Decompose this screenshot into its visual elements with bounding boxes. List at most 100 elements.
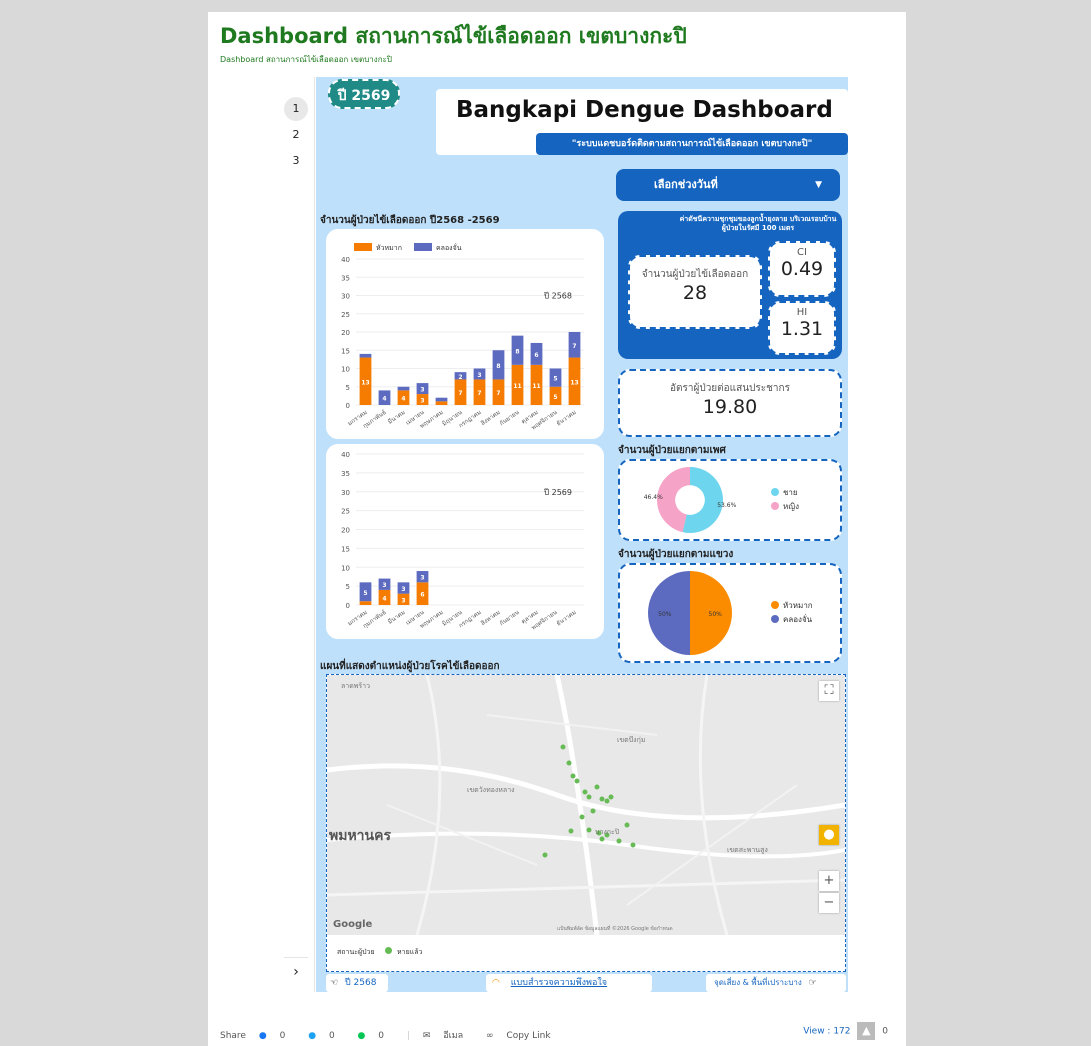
y-tick-label: 30 [341, 489, 350, 497]
data-label: 7 [496, 390, 500, 397]
cases-chart-heading: จำนวนผู้ป่วยไข้เลือดออก ปี2568 -2569 [320, 215, 500, 226]
zoom-in-button[interactable]: + [819, 871, 839, 891]
page-navigator: 1 2 3 › [278, 77, 315, 992]
map-label: เขตวังทองหลาง [467, 786, 515, 794]
data-label: 5 [363, 590, 367, 597]
email-share[interactable]: ✉ อีเมล [423, 1031, 473, 1041]
hand-pointer-icon: ☜ [330, 978, 339, 988]
survey-link[interactable]: ◠ แบบสำรวจความพึงพอใจ [486, 974, 652, 992]
data-label: 6 [534, 352, 538, 359]
map-label: เขตบึงกุ่ม [617, 736, 646, 744]
date-range-label: เลือกช่วงวันที่ [654, 178, 718, 191]
page-3-button[interactable]: 3 [284, 149, 308, 173]
view-count: View : 172 [803, 1026, 851, 1037]
case-map[interactable]: ลาดพร้าว เขตบึงกุ่ม บางกะปิ พมหานคร เขตว… [327, 675, 845, 935]
map-roads [327, 675, 845, 935]
x-tick-label: สิงหาคม [479, 409, 501, 428]
data-label: 4 [401, 396, 405, 403]
hi-card: HI 1.31 [768, 301, 836, 355]
date-range-dropdown[interactable]: เลือกช่วงวันที่ ▼ [616, 169, 840, 201]
chart-2568: หัวหมาก คลองจั่น0510152025303540ปี 256813… [341, 243, 584, 432]
page-subtitle: Dashboard สถานการณ์ไข้เลือดออก เขตบางกะป… [220, 55, 392, 64]
legend-swatch [354, 243, 372, 251]
bar [359, 601, 372, 605]
prev-year-button[interactable]: ☜ ปี 2568 [326, 974, 388, 992]
link-icon: ∞ [486, 1031, 494, 1041]
cases-value: 28 [682, 282, 708, 304]
slice-label: 50% [658, 611, 672, 618]
map-legend: สถานะผู้ป่วย หายแล้ว [337, 947, 422, 958]
data-label: 7 [477, 390, 481, 397]
y-tick-label: 20 [341, 329, 350, 337]
data-label: 11 [532, 383, 540, 390]
ci-card: CI 0.49 [768, 241, 836, 297]
kpi-panel: ค่าดัชนีความชุกชุมของลูกน้ำยุงลาย บริเวณ… [618, 211, 842, 359]
map-attribution[interactable]: แป้นพิมพ์ลัด ข้อมูลแผนที่ ©2026 Google ข… [557, 925, 673, 933]
y-tick-label: 10 [341, 366, 350, 374]
like-icon[interactable]: ▲ [857, 1022, 876, 1040]
prev-year-label: ปี 2568 [344, 978, 377, 988]
dashboard-title: Bangkapi Dengue Dashboard [456, 97, 833, 123]
hand-pointer-right-icon: ☞ [808, 978, 817, 988]
copy-link-button[interactable]: ∞ Copy Link [486, 1031, 561, 1041]
zoom-out-button[interactable]: − [819, 893, 839, 913]
facebook-share[interactable]: ● 0 [259, 1031, 295, 1041]
data-label: 2 [458, 374, 462, 381]
data-label: 4 [382, 396, 386, 403]
data-label: 3 [401, 586, 405, 593]
data-label: 3 [420, 575, 424, 582]
x-tick-label: มีนาคม [386, 608, 407, 626]
title-card: Bangkapi Dengue Dashboard "ระบบแดชบอร์ดต… [436, 89, 848, 155]
like-count: 0 [882, 1026, 888, 1037]
page-1-button[interactable]: 1 [284, 97, 308, 121]
y-tick-label: 25 [341, 311, 350, 319]
rate-label: อัตราผู้ป่วยต่อแสนประชากร [670, 383, 790, 394]
survey-label: แบบสำรวจความพึงพอใจ [510, 978, 608, 988]
ci-value: 0.49 [780, 258, 824, 280]
data-label: 7 [572, 343, 576, 350]
fullscreen-icon[interactable]: ⛶ [819, 681, 839, 701]
copy-link-label: Copy Link [506, 1031, 551, 1041]
x-tick-label: มีนาคม [386, 408, 407, 426]
share-bar: Share ● 0 ● 0 ● 0 | ✉ อีเมล ∞ Copy Link [220, 1028, 571, 1042]
line-share[interactable]: ● 0 [358, 1031, 394, 1041]
map-label: พมหานคร [329, 828, 392, 844]
year-label: ปี 2568 [543, 292, 572, 301]
x-tick-label: กันยายน [498, 609, 520, 627]
gauge-icon: ◠ [492, 978, 500, 988]
pegman-icon[interactable]: ● [819, 825, 839, 845]
y-tick-label: 15 [341, 545, 350, 553]
x-tick-label: กันยายน [498, 409, 520, 427]
next-page-button[interactable]: › [284, 957, 308, 980]
slice-label: 53.6% [717, 502, 736, 509]
dashboard-tagline: "ระบบแดชบอร์ดติดตามสถานการณ์ไข้เลือดออก … [536, 133, 848, 155]
legend-swatch [414, 243, 432, 251]
y-tick-label: 25 [341, 508, 350, 516]
chevron-down-icon: ▼ [815, 180, 822, 190]
y-tick-label: 30 [341, 293, 350, 301]
page-2-button[interactable]: 2 [284, 123, 308, 147]
email-label: อีเมล [443, 1031, 464, 1041]
legend-dot [771, 502, 779, 510]
y-tick-label: 35 [341, 470, 350, 478]
risk-area-label: จุดเสี่ยง & พื้นที่เปราะบาง [714, 978, 802, 987]
map-label: บางกะปิ [595, 828, 620, 836]
twitter-share[interactable]: ● 0 [308, 1031, 344, 1041]
map-card: ลาดพร้าว เขตบึงกุ่ม บางกะปิ พมหานคร เขตว… [326, 674, 846, 972]
line-icon: ● [357, 1031, 366, 1041]
page-container: Dashboard สถานการณ์ไข้เลือดออก เขตบางกะป… [208, 12, 906, 1046]
dashboard-canvas: ปี 2569 Bangkapi Dengue Dashboard "ระบบแ… [316, 77, 848, 992]
legend-dot [771, 601, 779, 609]
twitter-count: 0 [328, 1031, 335, 1041]
map-legend-title: สถานะผู้ป่วย [337, 948, 375, 956]
ci-label: CI [797, 247, 807, 258]
x-tick-label: ธันวาคม [555, 609, 577, 628]
year-badge[interactable]: ปี 2569 [328, 79, 400, 109]
data-label: 3 [420, 398, 424, 405]
legend-label: หัวหมาก [376, 244, 402, 252]
gender-card: 53.6% 46.4% ชาย หญิง [618, 459, 842, 541]
legend-label: หญิง [783, 502, 799, 511]
risk-area-button[interactable]: จุดเสี่ยง & พื้นที่เปราะบาง ☞ [706, 974, 846, 992]
gender-donut-chart: 53.6% 46.4% ชายหญิง [644, 467, 799, 533]
y-tick-label: 5 [346, 583, 350, 591]
